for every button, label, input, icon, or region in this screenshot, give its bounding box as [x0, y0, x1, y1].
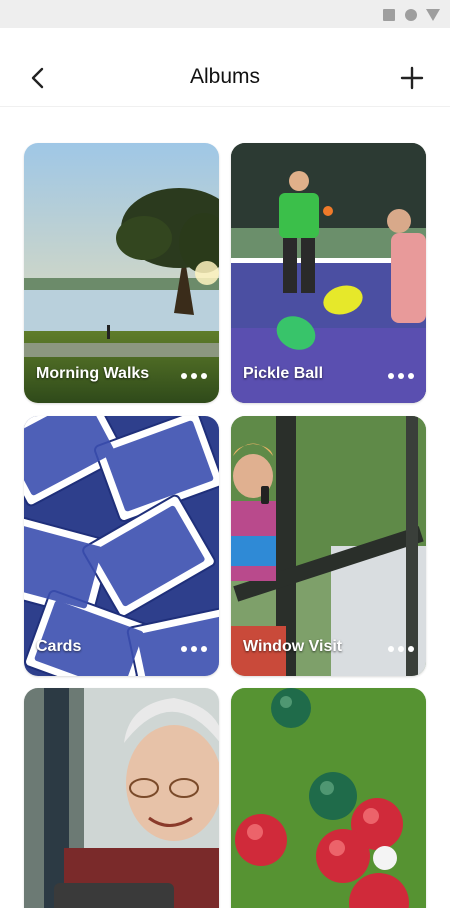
album-card-cards[interactable]: Cards: [24, 416, 219, 676]
album-cover-image: [231, 416, 426, 676]
album-title: Pickle Ball: [243, 365, 324, 382]
more-dot: [398, 646, 404, 652]
album-more-button[interactable]: [388, 644, 414, 654]
album-title: Window Visit: [243, 638, 343, 655]
album-card-pickle-ball[interactable]: Pickle Ball: [231, 143, 426, 403]
more-dot: [201, 646, 207, 652]
album-title: Cards: [36, 638, 82, 655]
more-dot: [408, 373, 414, 379]
plus-icon: [400, 66, 424, 90]
album-cover-image: [24, 688, 219, 908]
page-title: Albums: [189, 65, 261, 88]
album-card-window-visit[interactable]: Window Visit: [231, 416, 426, 676]
app-header: Albums: [0, 28, 450, 107]
album-cover-image: [24, 416, 219, 676]
album-more-button[interactable]: [388, 371, 414, 381]
more-dot: [408, 646, 414, 652]
album-card-6[interactable]: [231, 688, 426, 908]
more-horizontal-icon: [181, 373, 187, 379]
more-dot: [398, 373, 404, 379]
album-cover-image: [231, 143, 426, 403]
more-dot: [191, 646, 197, 652]
recent-apps-icon: [383, 9, 395, 21]
album-card-morning-walks[interactable]: Morning Walks: [24, 143, 219, 403]
more-horizontal-icon: [181, 646, 187, 652]
add-album-button[interactable]: [396, 62, 428, 94]
album-cover-image: [24, 143, 219, 403]
signal-icon: [426, 9, 440, 21]
album-title: Morning Walks: [36, 365, 150, 382]
home-icon: [405, 9, 417, 21]
album-cover-image: [231, 688, 426, 908]
more-dot: [201, 373, 207, 379]
more-dot: [191, 373, 197, 379]
more-horizontal-icon: [388, 646, 394, 652]
album-more-button[interactable]: [181, 644, 207, 654]
album-card-5[interactable]: [24, 688, 219, 908]
album-more-button[interactable]: [181, 371, 207, 381]
more-horizontal-icon: [388, 373, 394, 379]
status-bar: [0, 0, 450, 28]
